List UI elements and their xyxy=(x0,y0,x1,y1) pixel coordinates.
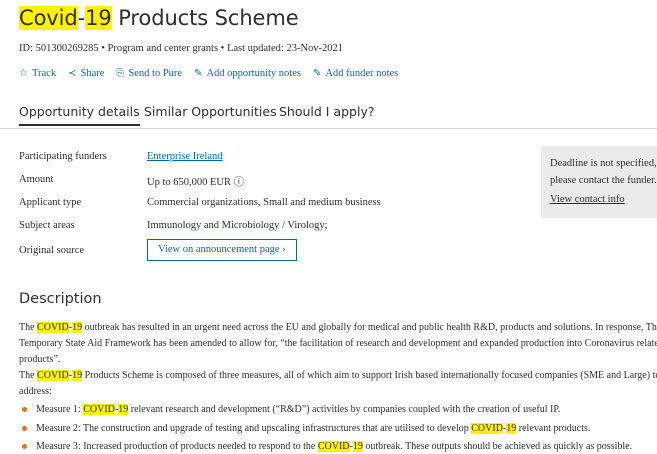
page-title: Covid-19 Products Scheme xyxy=(19,6,299,30)
detail-label: Applicant type xyxy=(19,197,82,208)
bullet-dot xyxy=(22,443,27,449)
amount-value: Up to 650,000 EUR ⓘ xyxy=(147,177,245,188)
applicant-value: Commercial organizations, Small and medi… xyxy=(147,197,381,208)
tab-should-i-apply[interactable]: Should I apply? xyxy=(279,104,375,119)
description-paragraph-2: The COVID-19 Products Scheme is composed… xyxy=(19,370,657,397)
action-bar: ☆ Track ≺ Share ⎘ Send to Pure ✎ Add opp… xyxy=(19,68,398,79)
share-button[interactable]: ≺ Share xyxy=(68,68,104,79)
view-announcement-button[interactable]: View on announcement page › xyxy=(147,239,297,261)
note-icon: ✎ xyxy=(312,68,322,79)
title-highlight-number: 19 xyxy=(85,6,112,30)
detail-label: Original source xyxy=(19,245,85,256)
send-icon: ⎘ xyxy=(116,68,125,79)
share-icon: ≺ xyxy=(68,68,77,79)
opportunity-meta: ID: 501300269285 • Program and center gr… xyxy=(19,43,344,54)
detail-label: Subject areas xyxy=(19,220,75,231)
add-opportunity-notes-button[interactable]: ✎ Add opportunity notes xyxy=(194,68,301,79)
bullet-dot xyxy=(22,406,27,412)
track-button[interactable]: ☆ Track xyxy=(19,68,56,79)
deadline-panel: Deadline is not specified, please contac… xyxy=(541,146,657,218)
detail-label: Participating funders xyxy=(19,151,107,162)
note-icon: ✎ xyxy=(194,68,203,79)
tab-similar-opportunities[interactable]: Similar Opportunities xyxy=(144,104,277,119)
bullet-dot xyxy=(22,425,27,431)
send-to-pure-button[interactable]: ⎘ Send to Pure xyxy=(116,68,182,79)
deadline-text: Deadline is not specified, please contac… xyxy=(550,158,657,186)
description-paragraph-1: The COVID-19 outbreak has resulted in an… xyxy=(19,322,657,365)
tab-bar: Opportunity details Similar Opportunitie… xyxy=(19,104,657,128)
list-item: Measure 1: COVID-19 relevant research an… xyxy=(19,404,560,415)
opportunity-page: Covid-19 Products Scheme ID: 50130026928… xyxy=(0,0,657,454)
subject-value: Immunology and Microbiology / Virology; xyxy=(147,220,328,231)
detail-label: Amount xyxy=(19,174,54,185)
view-contact-info-link[interactable]: View contact info xyxy=(550,194,625,205)
funder-link[interactable]: Enterprise Ireland xyxy=(147,151,223,162)
tab-opportunity-details[interactable]: Opportunity details xyxy=(19,104,140,126)
add-funder-notes-button[interactable]: ✎ Add funder notes xyxy=(313,68,398,79)
description-heading: Description xyxy=(19,291,102,307)
list-item: Measure 2: The construction and upgrade … xyxy=(19,423,590,434)
title-highlight: Covid xyxy=(19,6,78,30)
star-icon: ☆ xyxy=(19,68,28,79)
list-item: Measure 3: Increased production of produ… xyxy=(19,441,632,452)
tab-divider xyxy=(0,128,657,129)
